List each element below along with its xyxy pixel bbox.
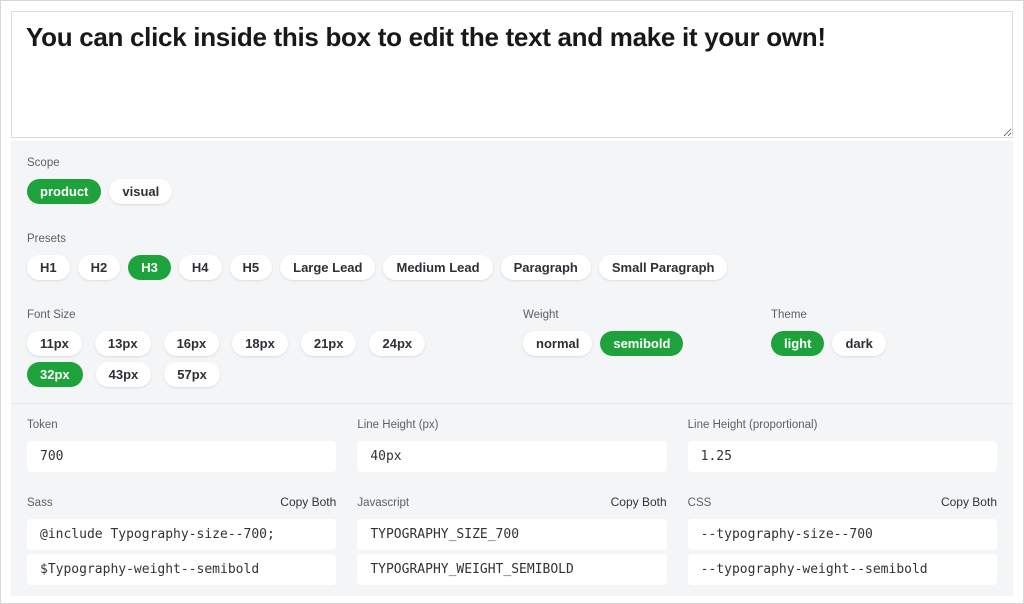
preset-pill[interactable]: Large Lead (280, 255, 375, 280)
css-size-code[interactable]: --typography-size--700 (688, 519, 997, 550)
javascript-label: Javascript (357, 497, 409, 510)
code-col-sass: Sass Copy Both @include Typography-size-… (27, 495, 336, 585)
preset-pill[interactable]: H4 (179, 255, 222, 280)
css-label: CSS (688, 497, 712, 510)
line-height-proportional-input[interactable] (688, 441, 997, 472)
weight-pill[interactable]: semibold (600, 331, 683, 356)
code-columns-row: Sass Copy Both @include Typography-size-… (27, 495, 997, 585)
presets-options: H1 H2 H3 H4 H5 Large Lead Medium Lead P (27, 255, 997, 280)
font-size-pill[interactable]: 24px (369, 331, 425, 356)
field-token: Token (27, 419, 336, 472)
font-size-group: Font Size 11px 13px 16px 18px 21px (27, 309, 487, 387)
font-weight-theme-row: Font Size 11px 13px 16px 18px 21px (27, 309, 997, 387)
weight-options: normal semibold (523, 331, 771, 356)
scope-pill[interactable]: product (27, 179, 101, 204)
field-line-height-proportional: Line Height (proportional) (688, 419, 997, 472)
javascript-size-code[interactable]: TYPOGRAPHY_SIZE_700 (357, 519, 666, 550)
preset-pill[interactable]: Medium Lead (383, 255, 492, 280)
css-weight-code[interactable]: --typography-weight--semibold (688, 554, 997, 585)
line-height-proportional-label: Line Height (proportional) (688, 419, 997, 432)
scope-label: Scope (27, 157, 997, 170)
code-col-css: CSS Copy Both --typography-size--700 --t… (688, 495, 997, 585)
preset-pill[interactable]: H1 (27, 255, 70, 280)
theme-options: light dark (771, 331, 886, 356)
sass-copy-both-button[interactable]: Copy Both (280, 495, 336, 509)
preset-pill[interactable]: H3 (128, 255, 171, 280)
sass-header: Sass Copy Both (27, 495, 336, 510)
sass-size-code[interactable]: @include Typography-size--700; (27, 519, 336, 550)
token-input[interactable] (27, 441, 336, 472)
font-size-label: Font Size (27, 309, 487, 322)
preview-text-editor[interactable]: You can click inside this box to edit th… (11, 11, 1013, 138)
weight-label: Weight (523, 309, 771, 322)
font-size-pill[interactable]: 18px (232, 331, 288, 356)
outputs-section: Token Line Height (px) Line Height (prop… (11, 404, 1013, 596)
css-header: CSS Copy Both (688, 495, 997, 510)
font-size-pill[interactable]: 21px (301, 331, 357, 356)
preset-pill[interactable]: Paragraph (501, 255, 591, 280)
theme-pill[interactable]: light (771, 331, 824, 356)
scope-group: Scope product visual (27, 157, 997, 204)
font-size-pill[interactable]: 57px (164, 362, 220, 387)
scope-options: product visual (27, 179, 997, 204)
css-copy-both-button[interactable]: Copy Both (941, 495, 997, 509)
controls-panel: Scope product visual Presets H1 H2 (11, 141, 1013, 596)
presets-group: Presets H1 H2 H3 H4 H5 Large Lead (27, 233, 997, 280)
font-size-pill[interactable]: 13px (95, 331, 151, 356)
page-frame: You can click inside this box to edit th… (0, 0, 1024, 604)
line-height-px-input[interactable] (357, 441, 666, 472)
theme-pill[interactable]: dark (832, 331, 885, 356)
font-size-pill[interactable]: 16px (164, 331, 220, 356)
field-line-height-px: Line Height (px) (357, 419, 666, 472)
theme-group: Theme light dark (771, 309, 886, 356)
sass-weight-code[interactable]: $Typography-weight--semibold (27, 554, 336, 585)
theme-label: Theme (771, 309, 886, 322)
scope-pill[interactable]: visual (109, 179, 172, 204)
javascript-header: Javascript Copy Both (357, 495, 666, 510)
javascript-copy-both-button[interactable]: Copy Both (611, 495, 667, 509)
font-size-pill[interactable]: 11px (27, 331, 82, 356)
preset-pill[interactable]: H2 (78, 255, 121, 280)
code-col-javascript: Javascript Copy Both TYPOGRAPHY_SIZE_700… (357, 495, 666, 585)
font-size-pill[interactable]: 32px (27, 362, 83, 387)
preset-pill[interactable]: Small Paragraph (599, 255, 728, 280)
token-fields-row: Token Line Height (px) Line Height (prop… (27, 419, 997, 472)
controls-section: Scope product visual Presets H1 H2 (11, 141, 1013, 403)
preset-pill[interactable]: H5 (230, 255, 273, 280)
weight-group: Weight normal semibold (523, 309, 771, 356)
line-height-px-label: Line Height (px) (357, 419, 666, 432)
token-label: Token (27, 419, 336, 432)
weight-pill[interactable]: normal (523, 331, 592, 356)
font-size-options: 11px 13px 16px 18px 21px 24px 32px (27, 331, 487, 387)
javascript-weight-code[interactable]: TYPOGRAPHY_WEIGHT_SEMIBOLD (357, 554, 666, 585)
sass-label: Sass (27, 497, 53, 510)
presets-label: Presets (27, 233, 997, 246)
font-size-pill[interactable]: 43px (96, 362, 152, 387)
